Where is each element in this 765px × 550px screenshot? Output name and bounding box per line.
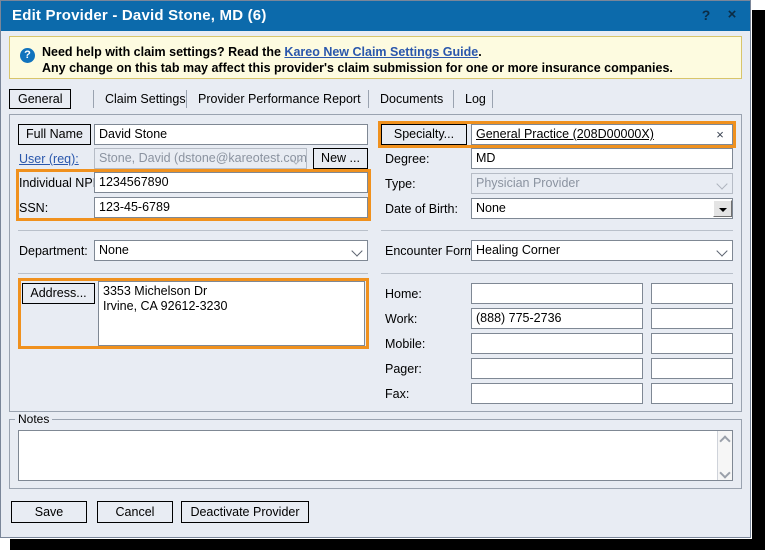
left-divider-2 — [18, 273, 368, 274]
tab-separator-5 — [492, 90, 493, 108]
new-user-button[interactable]: New ... — [313, 148, 368, 169]
department-select[interactable]: None — [94, 240, 368, 261]
left-divider — [18, 230, 368, 231]
tab-separator-4 — [453, 90, 454, 108]
window-shadow-right — [752, 10, 765, 550]
dob-dropdown-button[interactable] — [713, 200, 732, 217]
scroll-up-icon[interactable] — [721, 435, 730, 444]
tab-provider-performance-report[interactable]: Provider Performance Report — [190, 89, 369, 109]
dob-label: Date of Birth: — [385, 202, 458, 216]
full-name-button[interactable]: Full Name — [18, 124, 91, 145]
fax-ext-input[interactable] — [651, 383, 733, 404]
user-link-label[interactable]: User (req): — [19, 152, 79, 166]
tab-separator-3 — [368, 90, 369, 108]
notes-textarea[interactable] — [18, 430, 733, 481]
address-textarea[interactable]: 3353 Michelson Dr Irvine, CA 92612-3230 — [98, 281, 365, 346]
tab-log[interactable]: Log — [457, 89, 494, 109]
type-label: Type: — [385, 177, 416, 191]
notification-line-2: Any change on this tab may affect this p… — [42, 61, 673, 75]
encounter-form-label: Encounter Form: — [385, 244, 479, 258]
pager-ext-input[interactable] — [651, 358, 733, 379]
ssn-label: SSN: — [19, 201, 49, 215]
notification-line-1: Need help with claim settings? Read the … — [42, 45, 482, 59]
work-input[interactable]: (888) 775-2736 — [471, 308, 643, 329]
specialty-value: General Practice (208D00000X) — [476, 127, 654, 141]
address-line-1: 3353 Michelson Dr — [103, 284, 208, 298]
address-button[interactable]: Address... — [22, 283, 95, 304]
mobile-input[interactable] — [471, 333, 643, 354]
help-icon[interactable]: ? — [696, 5, 716, 25]
encounter-form-select[interactable]: Healing Corner — [471, 240, 733, 261]
deactivate-provider-button[interactable]: Deactivate Provider — [181, 501, 309, 523]
ssn-input[interactable]: 123-45-6789 — [94, 197, 368, 218]
mobile-label: Mobile: — [385, 337, 426, 351]
notification-text-before: Need help with claim settings? Read the — [42, 45, 285, 59]
home-ext-input[interactable] — [651, 283, 733, 304]
mobile-ext-input[interactable] — [651, 333, 733, 354]
pager-input[interactable] — [471, 358, 643, 379]
tab-separator-1 — [93, 90, 94, 108]
work-ext-input[interactable] — [651, 308, 733, 329]
degree-input[interactable]: MD — [471, 148, 733, 169]
tab-claim-settings[interactable]: Claim Settings — [97, 89, 194, 109]
save-button[interactable]: Save — [11, 501, 87, 523]
scroll-down-icon[interactable] — [721, 467, 730, 476]
specialty-button[interactable]: Specialty... — [381, 124, 467, 145]
notification-text-after: . — [478, 45, 482, 59]
department-label: Department: — [19, 244, 88, 258]
general-tab-panel: Full Name David Stone User (req): Stone,… — [9, 114, 742, 412]
tab-separator-2 — [186, 90, 187, 108]
type-select: Physician Provider — [471, 173, 733, 194]
window-shadow-bottom — [10, 539, 765, 550]
work-label: Work: — [385, 312, 418, 326]
specialty-input[interactable]: General Practice (208D00000X) — [471, 124, 733, 145]
home-input[interactable] — [471, 283, 643, 304]
notification-bar: ? Need help with claim settings? Read th… — [9, 36, 742, 79]
notes-scrollbar[interactable] — [717, 431, 732, 480]
title-bar: Edit Provider - David Stone, MD (6) ? × — [1, 1, 750, 31]
clear-specialty-icon[interactable]: × — [712, 126, 728, 143]
full-name-input[interactable]: David Stone — [94, 124, 368, 145]
home-label: Home: — [385, 287, 422, 301]
address-line-2: Irvine, CA 92612-3230 — [103, 299, 228, 313]
fax-input[interactable] — [471, 383, 643, 404]
close-icon[interactable]: × — [722, 5, 742, 25]
right-divider — [381, 230, 733, 231]
fax-label: Fax: — [385, 387, 410, 401]
tab-documents[interactable]: Documents — [372, 89, 451, 109]
tab-bar: General Claim Settings Provider Performa… — [9, 89, 742, 111]
tab-general[interactable]: General — [9, 89, 72, 109]
window-title: Edit Provider - David Stone, MD (6) — [12, 7, 267, 24]
npi-label: Individual NPI: — [19, 176, 100, 190]
notes-group — [9, 419, 742, 489]
cancel-button[interactable]: Cancel — [97, 501, 173, 523]
degree-label: Degree: — [385, 152, 430, 166]
notes-legend: Notes — [15, 412, 53, 426]
dob-input[interactable]: None — [471, 198, 733, 219]
claim-settings-guide-link[interactable]: Kareo New Claim Settings Guide — [284, 45, 478, 59]
info-icon: ? — [20, 48, 35, 63]
edit-provider-window: Edit Provider - David Stone, MD (6) ? × … — [0, 0, 751, 538]
right-divider-2 — [381, 273, 733, 274]
pager-label: Pager: — [385, 362, 422, 376]
npi-input[interactable]: 1234567890 — [94, 172, 368, 193]
user-select[interactable]: Stone, David (dstone@kareotest.com) — [94, 148, 307, 169]
